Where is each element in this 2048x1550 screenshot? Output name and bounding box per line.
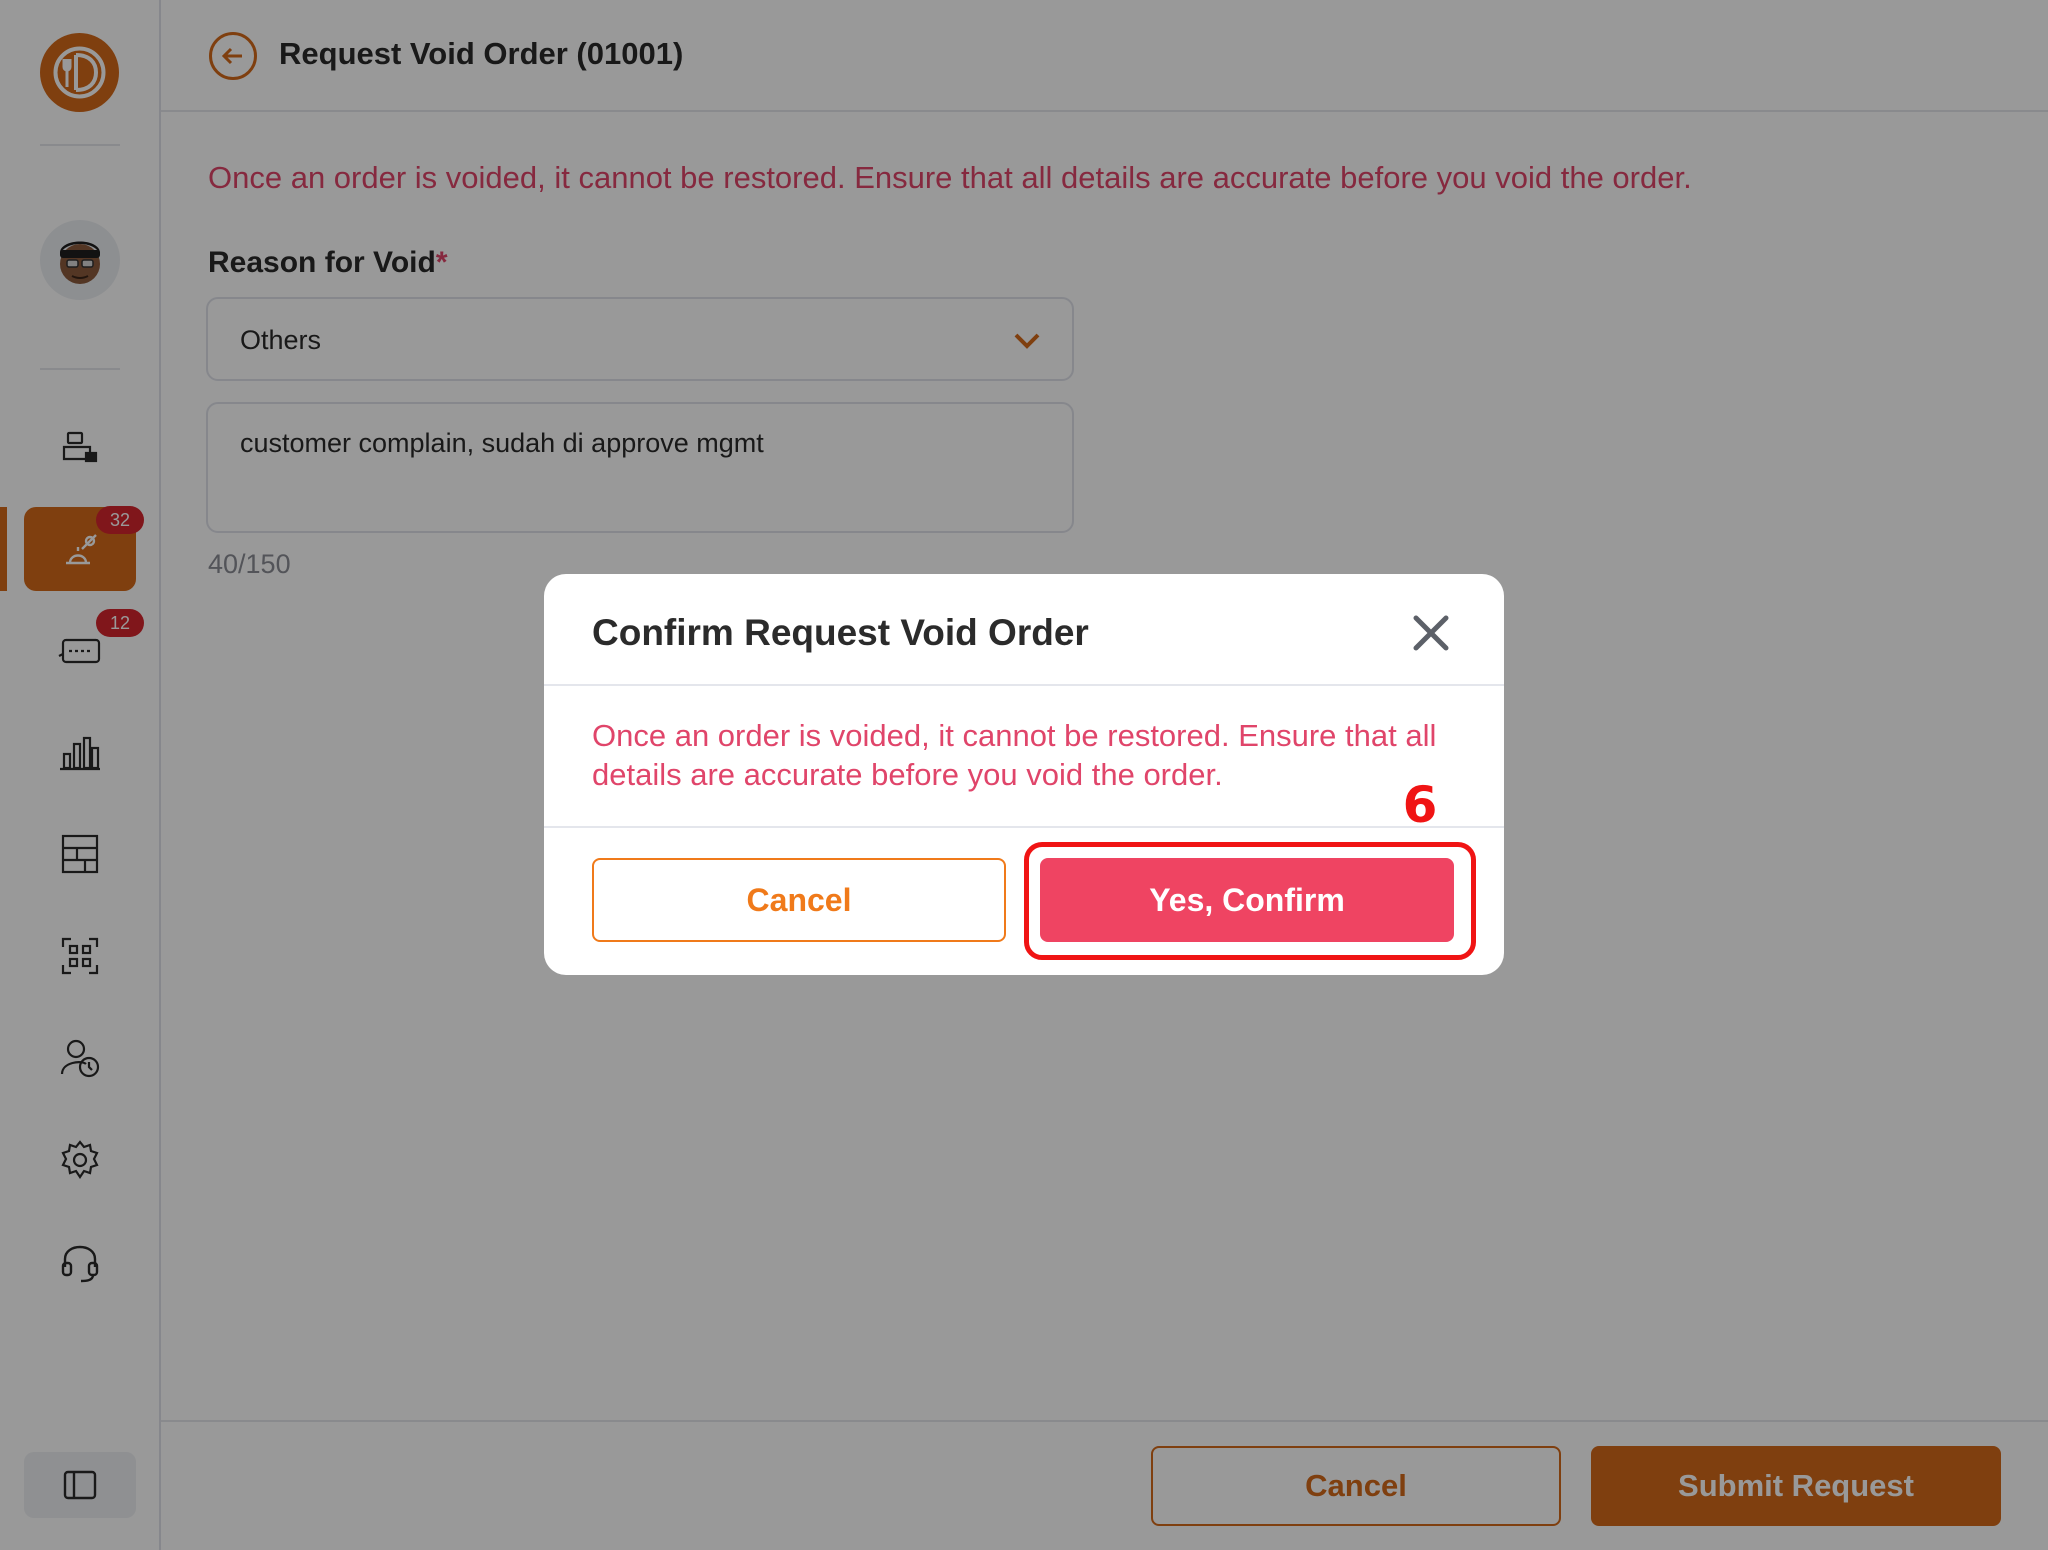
close-icon bbox=[1413, 615, 1449, 651]
dialog-message: Once an order is voided, it cannot be re… bbox=[592, 718, 1437, 792]
step-number: 6 bbox=[1402, 776, 1438, 834]
dialog-cancel-button[interactable]: Cancel bbox=[592, 858, 1006, 942]
dialog-title: Confirm Request Void Order bbox=[592, 612, 1089, 653]
dialog-divider bbox=[544, 684, 1504, 686]
dialog-divider bbox=[544, 826, 1504, 828]
dialog-close-button[interactable] bbox=[1406, 608, 1456, 658]
step-highlight-box bbox=[1024, 842, 1476, 960]
